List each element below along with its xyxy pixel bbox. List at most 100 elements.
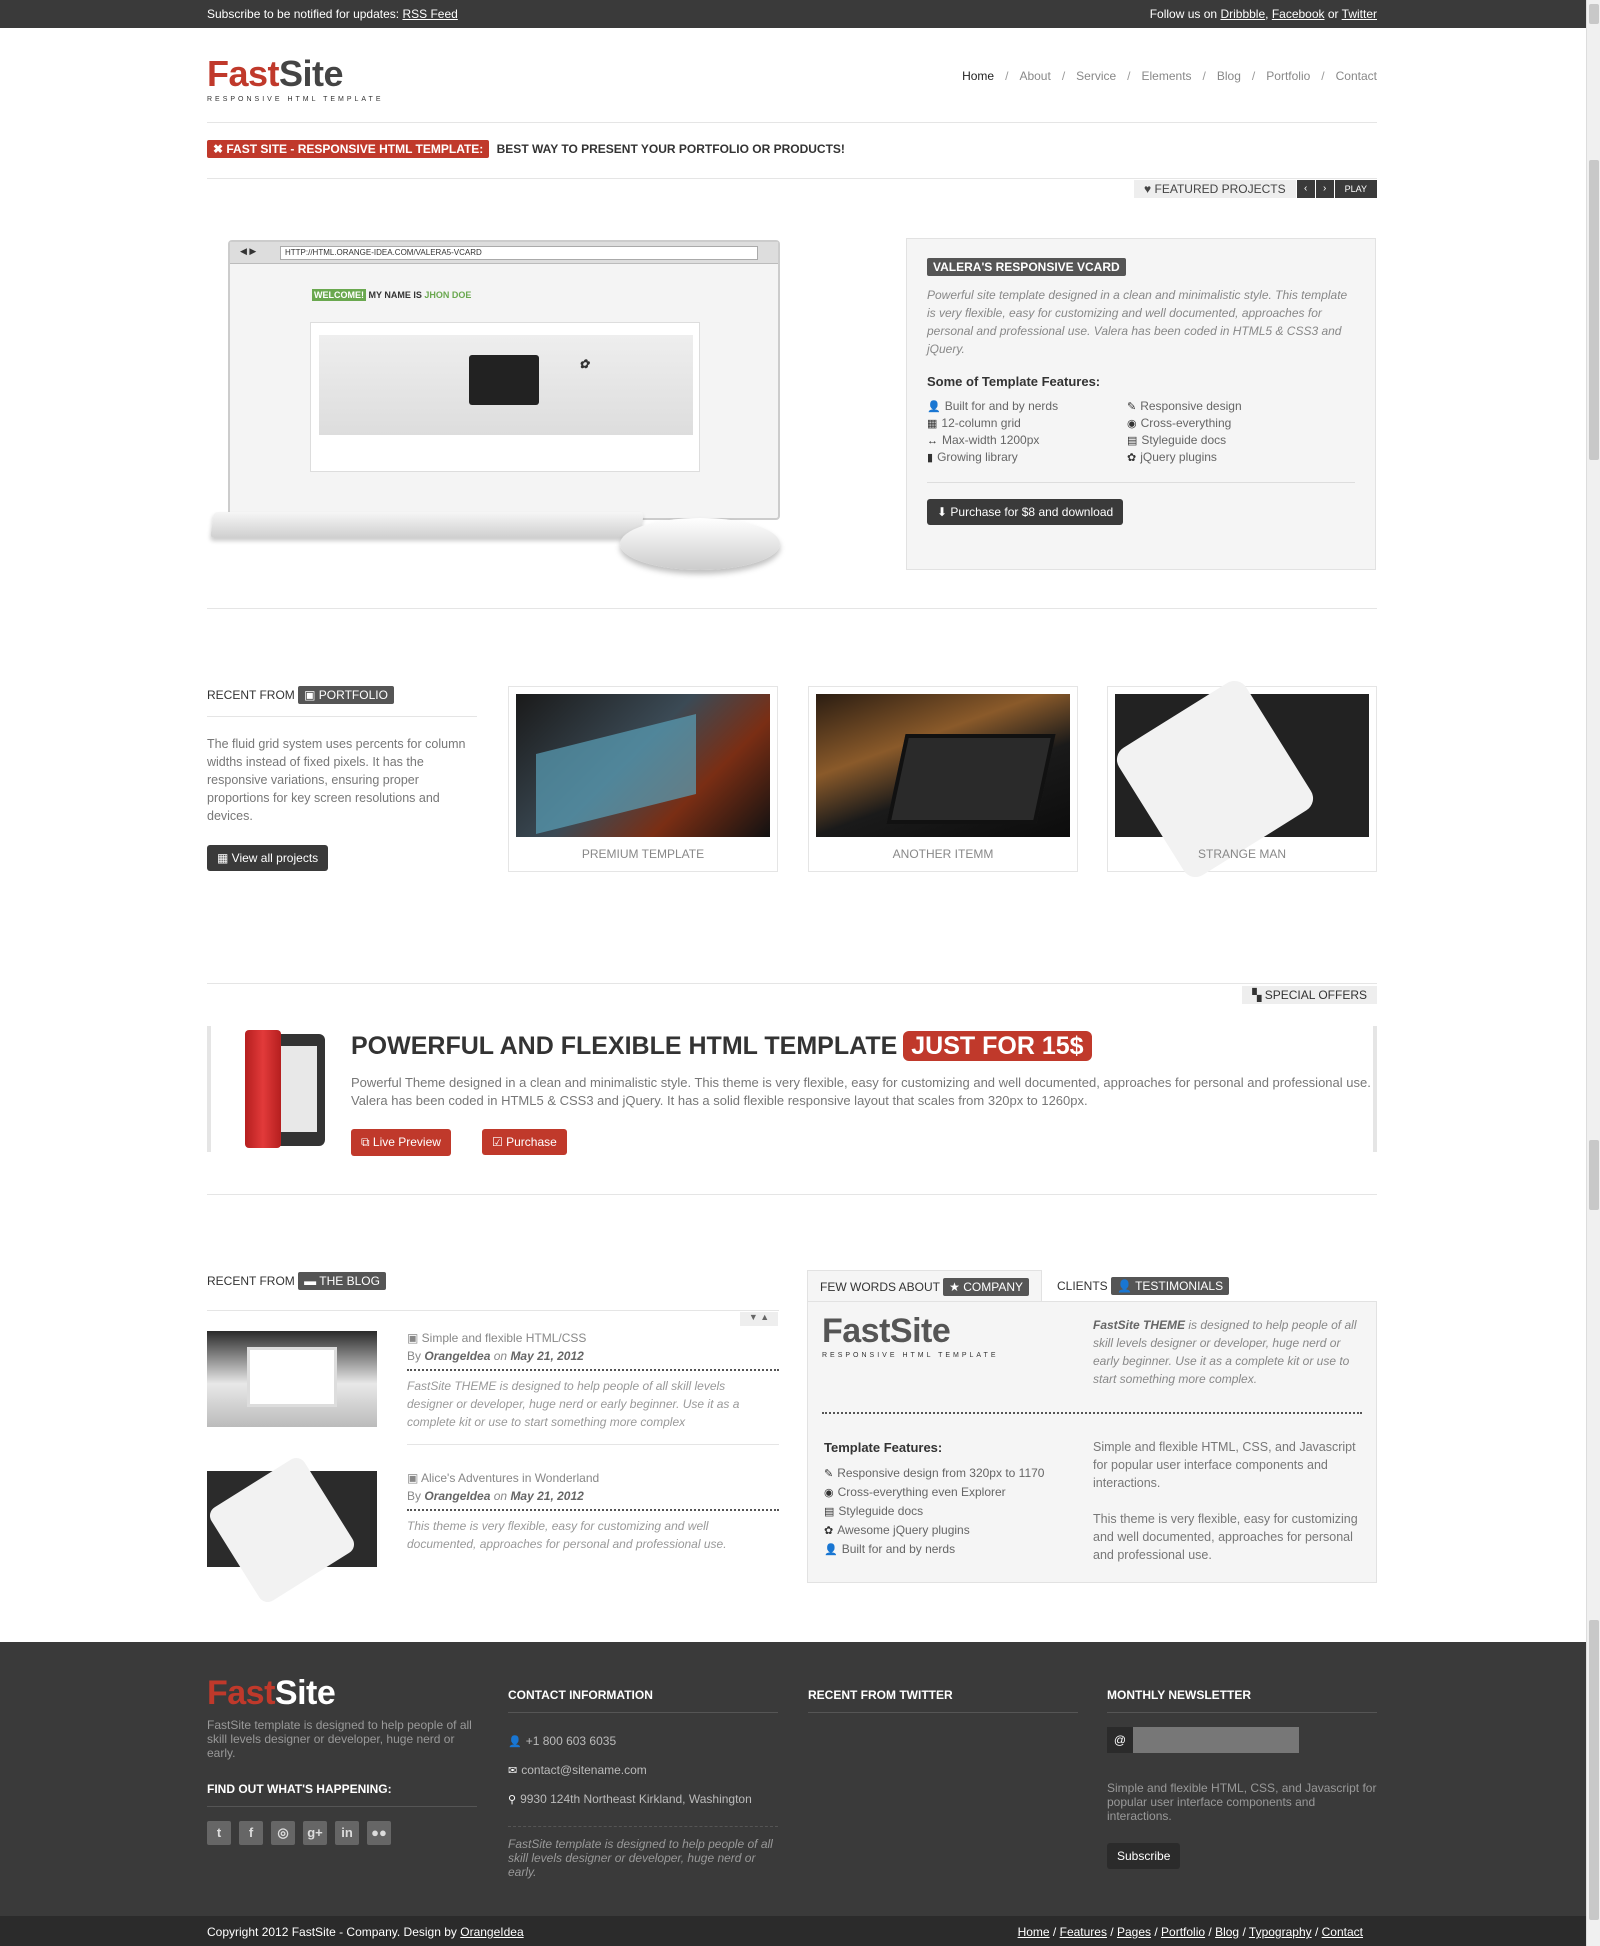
- subscribe-notice: Subscribe to be notified for updates: RS…: [207, 7, 458, 21]
- feature-item: ✎ Responsive design: [1127, 399, 1327, 413]
- company-logo-site: Site: [889, 1312, 951, 1350]
- portfolio-caption: PREMIUM TEMPLATE: [581, 847, 705, 861]
- ipad-cover-image: [241, 1030, 327, 1150]
- nav-service[interactable]: Service: [1076, 69, 1116, 83]
- mockup-slide: ✿: [319, 335, 693, 435]
- blog-post-title[interactable]: ▣ Alice's Adventures in Wonderland: [407, 1471, 599, 1485]
- blog-tag-text: THE BLOG: [319, 1274, 380, 1288]
- flickr-icon[interactable]: ●●: [367, 1821, 391, 1845]
- twitter-link[interactable]: Twitter: [1342, 7, 1377, 21]
- footer-contact-list: 👤 +1 800 603 6035 ✉ contact@sitename.com ⚲…: [508, 1727, 778, 1814]
- portfolio-item-strange-man[interactable]: STRANGE MAN: [1107, 675, 1377, 883]
- blog-post-image[interactable]: [207, 1331, 377, 1427]
- scrollbar-thumb[interactable]: [1589, 160, 1599, 460]
- special-offer-box: POWERFUL AND FLEXIBLE HTML TEMPLATE JUST …: [207, 1026, 1377, 1156]
- purchase-download-button[interactable]: ⬇ Purchase for $8 and download: [927, 499, 1124, 525]
- footer-nav-pages[interactable]: Pages: [1117, 1925, 1151, 1939]
- feature-label: Cross-everything even Explorer: [837, 1485, 1006, 1499]
- tablet-shape: [886, 734, 1056, 824]
- blog-post: ▣ Alice's Adventures in Wonderland By Or…: [206, 1454, 779, 1606]
- nav-elements[interactable]: Elements: [1142, 69, 1192, 83]
- project-mockup-image[interactable]: ◀ ▶ HTTP://HTML.ORANGE-IDEA.COM/VALERA5-…: [210, 240, 780, 570]
- scrollbar-marker: [1589, 1140, 1599, 1210]
- copyright: Copyright 2012 FastSite - Company. Desig…: [207, 1925, 524, 1939]
- keyboard-image: [210, 512, 644, 538]
- gift-icon: ▚: [1252, 988, 1265, 1002]
- subscribe-button[interactable]: Subscribe: [1107, 1843, 1181, 1869]
- footer-nav-typography[interactable]: Typography: [1249, 1925, 1312, 1939]
- by-text: By: [407, 1349, 422, 1363]
- blog-post-image[interactable]: [206, 1454, 377, 1606]
- tablet-image-shape: [247, 1347, 337, 1407]
- tablet-screen-shape: [536, 714, 696, 834]
- footer-nav-features[interactable]: Features: [1060, 1925, 1107, 1939]
- vcard-features-heading: Some of Template Features:: [927, 374, 1101, 389]
- arrow-up-icon[interactable]: ▲: [760, 1312, 769, 1322]
- blog-post-title[interactable]: ▣ Simple and flexible HTML/CSS: [407, 1331, 586, 1345]
- footer-nav-home[interactable]: Home: [1018, 1925, 1050, 1939]
- feature-label: Styleguide docs: [1141, 433, 1227, 447]
- follow-text: Follow us on: [1149, 7, 1218, 21]
- offer-text: Powerful Theme designed in a clean and m…: [351, 1075, 1371, 1108]
- footer-address-text: 9930 124th Northeast Kirkland, Washingto…: [520, 1792, 752, 1806]
- tagline: ✖ FAST SITE - RESPONSIVE HTML TEMPLATE: …: [207, 140, 845, 158]
- by-text: By: [407, 1489, 422, 1503]
- nav-home[interactable]: Home: [962, 69, 994, 83]
- nav-sep: /: [1127, 69, 1131, 83]
- live-preview-button[interactable]: ⧉ Live Preview: [351, 1129, 451, 1156]
- twitter-icon[interactable]: t: [207, 1821, 231, 1845]
- featured-prev-button[interactable]: ‹: [1296, 180, 1315, 198]
- tab-testimonials[interactable]: CLIENTS 👤 TESTIMONIALS: [1045, 1270, 1241, 1302]
- nav-portfolio[interactable]: Portfolio: [1266, 69, 1310, 83]
- purchase-button[interactable]: ☑ Purchase: [482, 1129, 567, 1155]
- footer-divider: [508, 1712, 778, 1713]
- featured-next-button[interactable]: ›: [1315, 180, 1334, 198]
- footer-phone-text: +1 800 603 6035: [525, 1734, 617, 1748]
- scrollbar-thumb-top[interactable]: [1589, 4, 1599, 24]
- welcome-name: JHON DOE: [424, 290, 472, 300]
- nav-contact[interactable]: Contact: [1336, 69, 1377, 83]
- blog-scroll-arrows[interactable]: ▼ ▲: [740, 1312, 778, 1326]
- footer-nav: Home / Features / Pages / Portfolio / Bl…: [1017, 1925, 1363, 1939]
- designer-link[interactable]: OrangeIdea: [460, 1925, 523, 1939]
- footer-address: ⚲ 9930 124th Northeast Kirkland, Washingt…: [508, 1785, 778, 1814]
- view-all-projects-button[interactable]: ▦ View all projects: [207, 845, 329, 871]
- portfolio-item-another-itemm[interactable]: ANOTHER ITEMM: [808, 686, 1078, 872]
- arrow-down-icon[interactable]: ▼: [749, 1312, 758, 1322]
- facebook-link[interactable]: Facebook: [1272, 7, 1325, 21]
- view-all-label: View all projects: [231, 851, 319, 865]
- download-icon: ⬇: [937, 505, 951, 519]
- nav-about[interactable]: About: [1019, 69, 1050, 83]
- portfolio-image: [816, 694, 1070, 837]
- dribbble-icon[interactable]: ◎: [271, 1821, 295, 1845]
- footer-nav-portfolio[interactable]: Portfolio: [1161, 1925, 1205, 1939]
- tab-company[interactable]: FEW WORDS ABOUT ★ COMPANY: [807, 1270, 1043, 1302]
- page-scrollbar[interactable]: [1586, 0, 1600, 1946]
- tab-tag: ★ COMPANY: [943, 1278, 1030, 1296]
- vcard-description: Powerful site template designed in a cle…: [927, 288, 1348, 356]
- nav-blog[interactable]: Blog: [1217, 69, 1241, 83]
- welcome-tag: WELCOME!: [312, 289, 366, 301]
- company-features: ✎ Responsive design from 320px to 1170 ◉ C…: [824, 1464, 1044, 1559]
- featured-play-button[interactable]: PLAY: [1334, 180, 1377, 198]
- newsletter-email-input[interactable]: [1133, 1727, 1299, 1753]
- footer-logo[interactable]: FastSite: [207, 1676, 477, 1710]
- blog-post-author[interactable]: OrangeIdea: [424, 1349, 490, 1363]
- blog-post-author[interactable]: OrangeIdea: [424, 1489, 490, 1503]
- google-plus-icon[interactable]: g+: [303, 1821, 327, 1845]
- image-icon: ▣: [407, 1471, 422, 1485]
- footer-contact-note: FastSite template is designed to help pe…: [508, 1826, 778, 1879]
- nav-sep: /: [1251, 69, 1256, 83]
- rss-feed-link[interactable]: RSS Feed: [402, 7, 457, 21]
- newsletter-text: Simple and flexible HTML, CSS, and Javas…: [1107, 1781, 1377, 1823]
- facebook-icon[interactable]: f: [239, 1821, 263, 1845]
- footer-nav-blog[interactable]: Blog: [1215, 1925, 1239, 1939]
- linkedin-icon[interactable]: in: [335, 1821, 359, 1845]
- company-tabs: FEW WORDS ABOUT ★ COMPANY CLIENTS 👤 TEST…: [807, 1270, 1377, 1302]
- portfolio-item-premium-template[interactable]: PREMIUM TEMPLATE: [508, 686, 778, 872]
- footer-email[interactable]: ✉ contact@sitename.com: [508, 1756, 778, 1785]
- footer-nav-contact[interactable]: Contact: [1322, 1925, 1363, 1939]
- offer-headline: POWERFUL AND FLEXIBLE HTML TEMPLATE JUST …: [351, 1031, 1092, 1061]
- dribbble-link[interactable]: Dribbble: [1220, 7, 1265, 21]
- divider: [207, 178, 1377, 179]
